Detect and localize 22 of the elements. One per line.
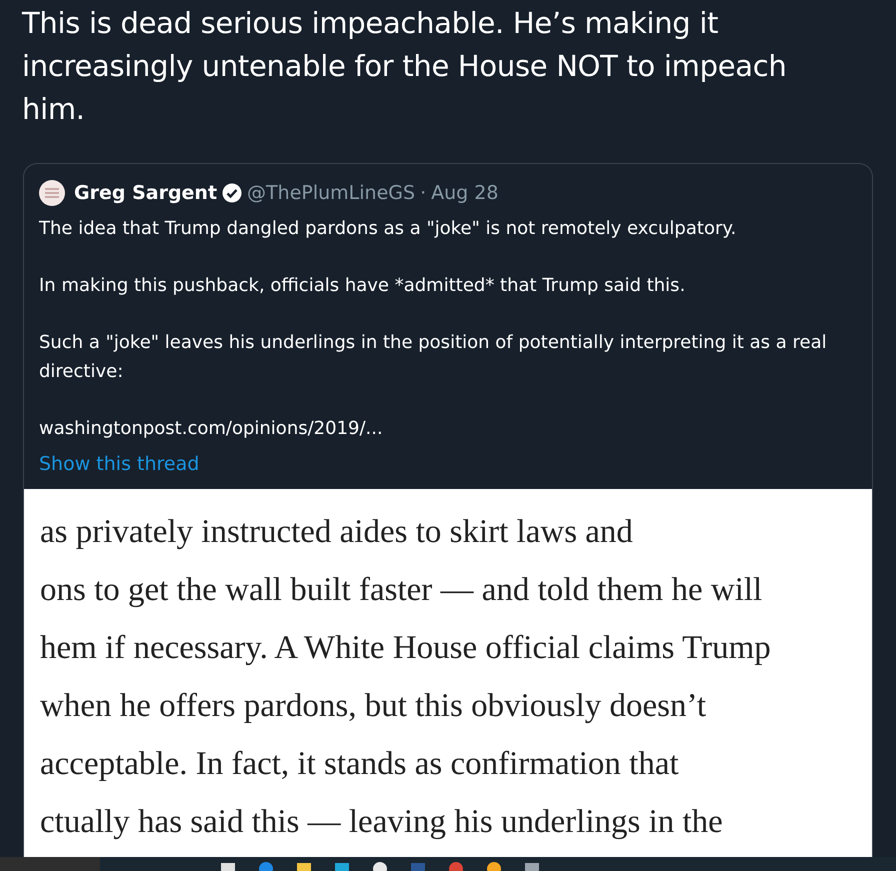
- tweet-paragraph: washingtonpost.com/opinions/2019/...: [39, 417, 384, 441]
- square-icon[interactable]: [220, 861, 236, 871]
- tweet-date[interactable]: Aug 28: [431, 182, 498, 204]
- author-name[interactable]: Greg Sargent: [74, 182, 218, 204]
- article-line: ons to get the wall built faster — and told them he will: [40, 571, 764, 610]
- tweet-paragraph: In making this pushback, officials have *admitted* that Trump said this.: [39, 274, 686, 298]
- article-line: acceptable. In fact, it stands as confirmation that: [40, 745, 680, 784]
- separator-dot: ·: [420, 182, 426, 204]
- show-thread-link[interactable]: Show this thread: [39, 449, 200, 479]
- tweet-text: This is dead serious impeachable. He’s making it increasingly untenable for the House NOT to impeach him.: [20, 5, 788, 128]
- article-line: hem if necessary. A White House official claims Trump: [40, 629, 772, 668]
- quoted-tweet-card[interactable]: [23, 163, 873, 857]
- square-icon[interactable]: [296, 861, 312, 871]
- tweet-paragraph: The idea that Trump dangled pardons as a "joke" is not remotely exculpatory.: [39, 217, 738, 241]
- article-line: as privately instructed aides to skirt laws and: [40, 513, 634, 552]
- avatar-icon: [39, 180, 65, 206]
- author-handle: @ThePlumLineGS: [247, 182, 416, 204]
- tweet-paragraph: Such a "joke" leaves his underlings in the position of potentially interpreting it as a real directive:: [39, 331, 828, 384]
- article-line: ctually has said this — leaving his underlings in the: [40, 803, 724, 842]
- square-icon[interactable]: [524, 861, 540, 871]
- article-line: when he offers pardons, but this obviously doesn’t: [40, 687, 708, 726]
- square-icon[interactable]: [334, 861, 350, 871]
